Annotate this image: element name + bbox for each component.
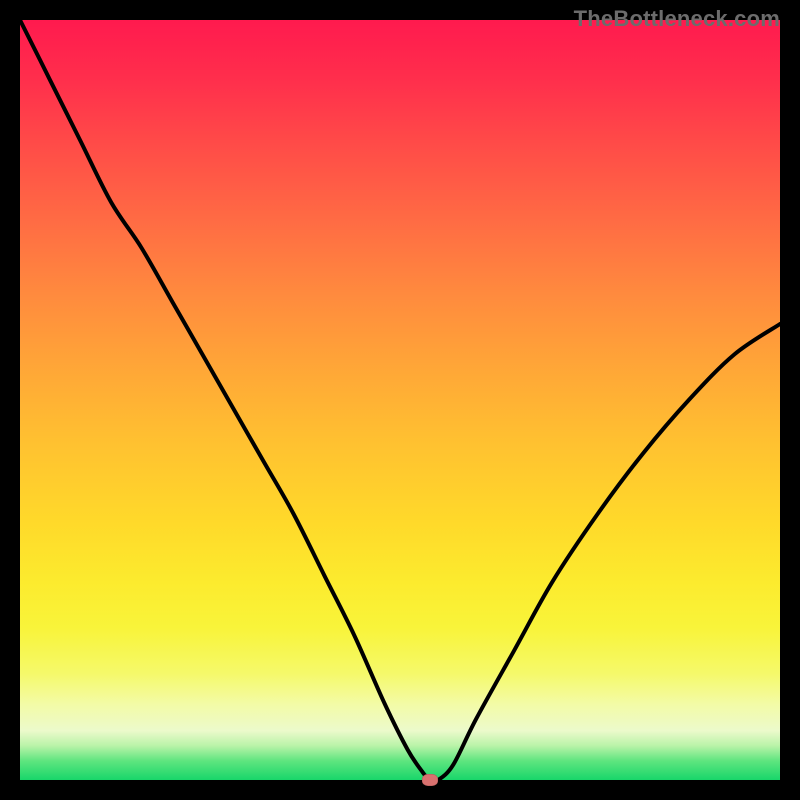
watermark-label: TheBottleneck.com [574, 6, 780, 32]
minimum-marker [422, 774, 438, 786]
plot-outer-border [20, 20, 780, 780]
plot-gradient-background [20, 20, 780, 780]
chart-frame: TheBottleneck.com [0, 0, 800, 800]
